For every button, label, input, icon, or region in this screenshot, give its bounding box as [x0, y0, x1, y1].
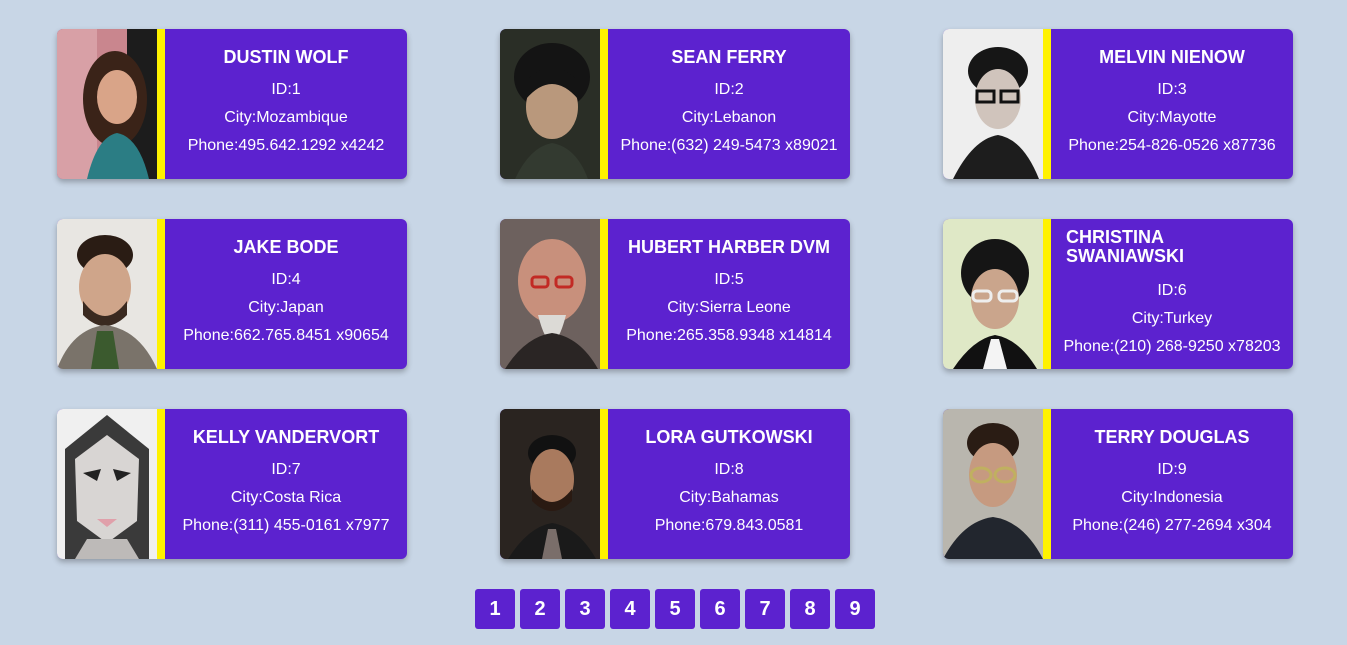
card-id: ID:1	[271, 81, 301, 98]
card-city: City:Turkey	[1131, 309, 1213, 327]
card-phone: Phone:495.642.1292 x4242	[187, 137, 385, 154]
card-id: ID:8	[714, 461, 744, 478]
card-info: MELVIN NIENOW ID:3 City:Mayotte Phone:25…	[1051, 29, 1293, 179]
card-id: ID:3	[1157, 81, 1187, 98]
card-city: City:Sierra Leone	[667, 299, 791, 316]
card-name: DUSTIN WOLF	[223, 47, 349, 67]
avatar	[57, 409, 157, 559]
accent-stripe	[600, 29, 608, 179]
avatar	[500, 219, 600, 369]
card-phone: Phone:662.765.8451 x90654	[183, 327, 389, 344]
page-button-8[interactable]: 8	[790, 589, 830, 629]
page-button-4[interactable]: 4	[610, 589, 650, 629]
card-phone: Phone:(311) 455-0161 x7977	[182, 517, 390, 534]
page-button-6[interactable]: 6	[700, 589, 740, 629]
card-city: City:Costa Rica	[230, 489, 342, 506]
card-info: TERRY DOUGLAS ID:9 City:Indonesia Phone:…	[1051, 409, 1293, 559]
card-city: City:Bahamas	[679, 489, 779, 506]
card-city: City:Mayotte	[1127, 109, 1217, 126]
user-card[interactable]: TERRY DOUGLAS ID:9 City:Indonesia Phone:…	[943, 409, 1293, 559]
accent-stripe	[1043, 219, 1051, 369]
avatar	[57, 219, 157, 369]
accent-stripe	[600, 409, 608, 559]
user-card[interactable]: MELVIN NIENOW ID:3 City:Mayotte Phone:25…	[943, 29, 1293, 179]
card-phone: Phone:(210) 268-9250 x78203	[1063, 337, 1281, 355]
card-city: City:Indonesia	[1121, 489, 1223, 506]
card-name: CHRISTINA SWANIAWSKI	[1066, 226, 1185, 266]
page-button-5[interactable]: 5	[655, 589, 695, 629]
card-name: HUBERT HARBER DVM	[628, 237, 830, 257]
user-card[interactable]: DUSTIN WOLF ID:1 City:Mozambique Phone:4…	[57, 29, 407, 179]
card-phone: Phone:(246) 277-2694 x304	[1072, 517, 1272, 534]
card-name: KELLY VANDERVORT	[192, 427, 380, 447]
card-id: ID:6	[1157, 281, 1187, 299]
avatar	[500, 29, 600, 179]
card-id: ID:7	[271, 461, 301, 478]
pagination: 1 2 3 4 5 6 7 8 9	[475, 589, 875, 629]
card-id: ID:9	[1157, 461, 1187, 478]
accent-stripe	[157, 219, 165, 369]
page-button-2[interactable]: 2	[520, 589, 560, 629]
card-id: ID:2	[714, 81, 744, 98]
avatar	[943, 29, 1043, 179]
accent-stripe	[1043, 409, 1051, 559]
card-id: ID:4	[271, 271, 301, 288]
card-phone: Phone:(632) 249-5473 x89021	[620, 137, 838, 154]
card-phone: Phone:254-826-0526 x87736	[1068, 137, 1276, 154]
page-button-1[interactable]: 1	[475, 589, 515, 629]
accent-stripe	[157, 29, 165, 179]
page-button-3[interactable]: 3	[565, 589, 605, 629]
accent-stripe	[1043, 29, 1051, 179]
card-info: CHRISTINA SWANIAWSKI ID:6 City:Turkey Ph…	[1051, 219, 1293, 369]
user-card[interactable]: CHRISTINA SWANIAWSKI ID:6 City:Turkey Ph…	[943, 219, 1293, 369]
avatar	[943, 219, 1043, 369]
card-id: ID:5	[714, 271, 744, 288]
card-phone: Phone:679.843.0581	[654, 517, 804, 534]
user-card[interactable]: HUBERT HARBER DVM ID:5 City:Sierra Leone…	[500, 219, 850, 369]
card-info: JAKE BODE ID:4 City:Japan Phone:662.765.…	[165, 219, 407, 369]
page-button-9[interactable]: 9	[835, 589, 875, 629]
card-name: SEAN FERRY	[671, 47, 787, 67]
user-card[interactable]: SEAN FERRY ID:2 City:Lebanon Phone:(632)…	[500, 29, 850, 179]
avatar	[943, 409, 1043, 559]
card-city: City:Lebanon	[681, 109, 777, 126]
accent-stripe	[157, 409, 165, 559]
card-name: JAKE BODE	[233, 237, 339, 257]
card-phone: Phone:265.358.9348 x14814	[626, 327, 832, 344]
card-name: TERRY DOUGLAS	[1094, 427, 1250, 447]
card-info: KELLY VANDERVORT ID:7 City:Costa Rica Ph…	[165, 409, 407, 559]
page-button-7[interactable]: 7	[745, 589, 785, 629]
card-city: City:Japan	[248, 299, 324, 316]
accent-stripe	[600, 219, 608, 369]
user-card[interactable]: LORA GUTKOWSKI ID:8 City:Bahamas Phone:6…	[500, 409, 850, 559]
user-card[interactable]: KELLY VANDERVORT ID:7 City:Costa Rica Ph…	[57, 409, 407, 559]
user-card[interactable]: JAKE BODE ID:4 City:Japan Phone:662.765.…	[57, 219, 407, 369]
card-info: SEAN FERRY ID:2 City:Lebanon Phone:(632)…	[608, 29, 850, 179]
avatar	[57, 29, 157, 179]
card-name: MELVIN NIENOW	[1099, 47, 1245, 67]
card-info: DUSTIN WOLF ID:1 City:Mozambique Phone:4…	[165, 29, 407, 179]
card-info: LORA GUTKOWSKI ID:8 City:Bahamas Phone:6…	[608, 409, 850, 559]
avatar	[500, 409, 600, 559]
card-info: HUBERT HARBER DVM ID:5 City:Sierra Leone…	[608, 219, 850, 369]
card-city: City:Mozambique	[224, 109, 348, 126]
card-name: LORA GUTKOWSKI	[645, 427, 813, 447]
